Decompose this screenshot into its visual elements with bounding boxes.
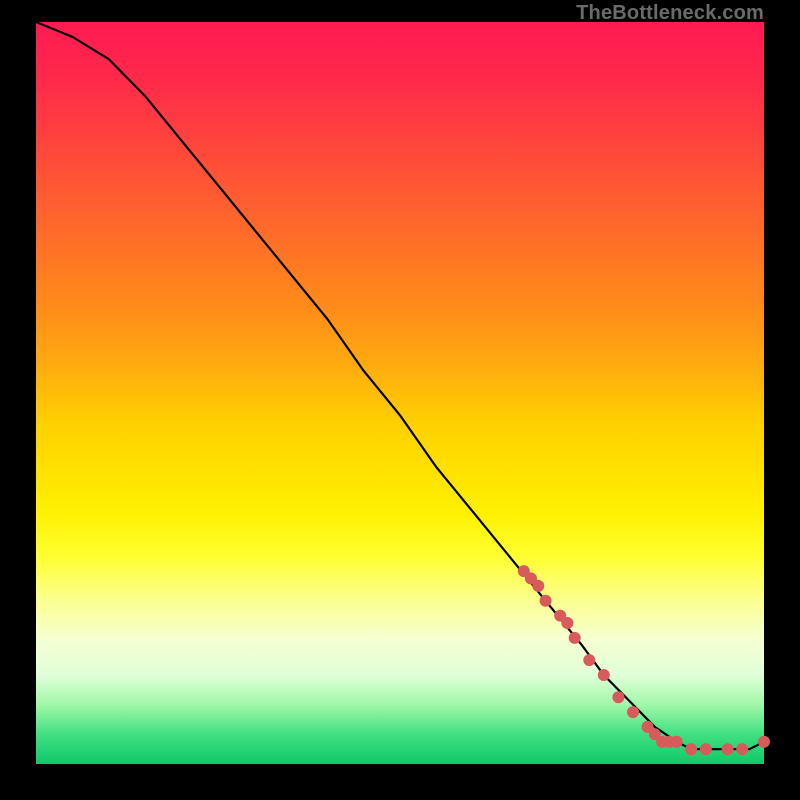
marker-point [685, 743, 697, 755]
marker-point [569, 632, 581, 644]
sample-markers [518, 565, 770, 755]
curve-layer [36, 22, 764, 764]
plot-area [36, 22, 764, 764]
marker-point [671, 736, 683, 748]
marker-point [722, 743, 734, 755]
chart-stage: TheBottleneck.com [0, 0, 800, 800]
marker-point [627, 706, 639, 718]
watermark-text: TheBottleneck.com [576, 2, 764, 25]
marker-point [736, 743, 748, 755]
marker-point [758, 736, 770, 748]
marker-point [532, 580, 544, 592]
marker-point [612, 691, 624, 703]
marker-point [598, 669, 610, 681]
marker-point [583, 654, 595, 666]
marker-point [561, 617, 573, 629]
marker-point [700, 743, 712, 755]
bottleneck-curve [36, 22, 764, 749]
marker-point [540, 595, 552, 607]
